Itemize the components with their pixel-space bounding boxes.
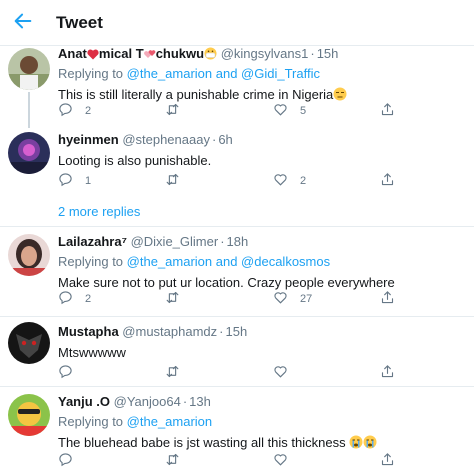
share-button[interactable]: [380, 172, 395, 190]
divider: [0, 226, 474, 227]
like-icon: [273, 172, 288, 190]
like-button[interactable]: [273, 364, 300, 382]
user-handle[interactable]: @stephenaaay: [122, 132, 210, 147]
loudly-crying-emoji-icon: [363, 435, 377, 453]
display-name[interactable]: Mustapha: [58, 324, 119, 339]
loudly-crying-emoji-icon: [349, 435, 363, 453]
tweet-text: Make sure not to put ur location. Crazy …: [58, 275, 395, 290]
retweet-icon: [165, 102, 180, 120]
page-title: Tweet: [56, 13, 103, 32]
share-icon: [380, 452, 395, 470]
share-button[interactable]: [380, 290, 395, 308]
reply-icon: [58, 364, 73, 382]
like-button[interactable]: 2: [273, 172, 306, 190]
retweet-icon: [165, 290, 180, 308]
share-button[interactable]: [380, 102, 395, 120]
share-icon: [380, 290, 395, 308]
timestamp[interactable]: 15h: [226, 324, 248, 339]
retweet-icon: [165, 172, 180, 190]
share-button[interactable]: [380, 452, 395, 470]
like-icon: [273, 290, 288, 308]
tweet-meta: Lailazahra⁷ @Dixie_Glimer · 18h: [58, 234, 249, 249]
two-hearts-emoji-icon: [143, 48, 156, 64]
replying-to: Replying to @the_amarion: [58, 414, 213, 429]
avatar[interactable]: [8, 322, 50, 364]
reply-button[interactable]: 2: [58, 290, 91, 308]
like-button[interactable]: 27: [273, 290, 312, 308]
tweet-actions: 2 27: [58, 290, 458, 308]
timestamp[interactable]: 15h: [317, 46, 339, 61]
display-name[interactable]: Anat mical Tchukwu: [58, 46, 217, 61]
display-name[interactable]: Lailazahra⁷: [58, 234, 127, 249]
tweet-meta: Anat mical Tchukwu @kingsylvans1 · 15h: [58, 46, 464, 62]
reply-tweet[interactable]: Mustapha @mustaphamdz · 15h Mtswwwww: [0, 320, 474, 386]
like-button[interactable]: [273, 452, 300, 470]
retweet-icon: [165, 364, 180, 382]
back-arrow-icon[interactable]: [12, 10, 36, 34]
tweet-actions: [58, 364, 458, 382]
reply-icon: [58, 102, 73, 120]
reply-button[interactable]: 2: [58, 102, 91, 120]
reply-icon: [58, 172, 73, 190]
avatar[interactable]: [8, 394, 50, 436]
timestamp[interactable]: 13h: [189, 394, 211, 409]
retweet-button[interactable]: [165, 102, 192, 120]
tweet-meta: Yanju .O @Yanjoo64 · 13h: [58, 394, 211, 409]
display-name[interactable]: Yanju .O: [58, 394, 110, 409]
user-handle[interactable]: @Yanjoo64: [114, 394, 181, 409]
reply-icon: [58, 290, 73, 308]
user-handle[interactable]: @mustaphamdz: [122, 324, 217, 339]
mention-link[interactable]: @the_amarion and @decalkosmos: [127, 254, 330, 269]
mention-link[interactable]: @the_amarion: [127, 414, 212, 429]
retweet-button[interactable]: [165, 364, 192, 382]
user-handle[interactable]: @Dixie_Glimer: [131, 234, 219, 249]
share-icon: [380, 172, 395, 190]
reply-button[interactable]: 1: [58, 172, 91, 190]
show-more-replies-link[interactable]: 2 more replies: [58, 204, 140, 219]
replying-to: Replying to @the_amarion and @Gidi_Traff…: [58, 66, 320, 81]
top-bar: Tweet: [0, 0, 474, 46]
user-handle[interactable]: @kingsylvans1: [221, 46, 309, 61]
tweet-meta: Mustapha @mustaphamdz · 15h: [58, 324, 248, 339]
mention-link[interactable]: @the_amarion and @Gidi_Traffic: [127, 66, 320, 81]
divider: [0, 386, 474, 387]
share-button[interactable]: [380, 364, 395, 382]
like-icon: [273, 364, 288, 382]
reply-tweet[interactable]: Lailazahra⁷ @Dixie_Glimer · 18h Replying t…: [0, 232, 474, 316]
avatar[interactable]: [8, 234, 50, 276]
avatar[interactable]: [8, 132, 50, 174]
replying-to: Replying to @the_amarion and @decalkosmo…: [58, 254, 331, 269]
display-name[interactable]: hyeinmen: [58, 132, 119, 147]
tweet-actions: [58, 452, 458, 470]
tweet-text: The bluehead babe is jst wasting all thi…: [58, 435, 464, 453]
retweet-icon: [165, 452, 180, 470]
share-icon: [380, 102, 395, 120]
avatar[interactable]: [8, 48, 50, 90]
retweet-button[interactable]: [165, 172, 192, 190]
tweet-actions: 2 5: [58, 102, 458, 120]
like-icon: [273, 102, 288, 120]
reply-tweet[interactable]: Anat mical Tchukwu @kingsylvans1 · 15h Repl…: [0, 46, 474, 130]
tweet-text: Looting is also punishable.: [58, 153, 212, 168]
mask-emoji-icon: [204, 47, 217, 64]
timestamp[interactable]: 18h: [227, 234, 249, 249]
reply-button[interactable]: [58, 452, 85, 470]
like-icon: [273, 452, 288, 470]
divider: [0, 316, 474, 317]
reply-button[interactable]: [58, 364, 85, 382]
tweet-actions: 1 2: [58, 172, 458, 190]
heart-emoji-icon: [87, 48, 99, 64]
tweet-meta: hyeinmen @stephenaaay · 6h: [58, 132, 233, 147]
like-button[interactable]: 5: [273, 102, 306, 120]
tweet-text: Mtswwwww: [58, 345, 126, 360]
retweet-button[interactable]: [165, 452, 192, 470]
retweet-button[interactable]: [165, 290, 192, 308]
reply-icon: [58, 452, 73, 470]
share-icon: [380, 364, 395, 382]
reply-tweet[interactable]: Yanju .O @Yanjoo64 · 13h Replying to @the_…: [0, 390, 474, 476]
timestamp[interactable]: 6h: [218, 132, 232, 147]
reply-tweet[interactable]: hyeinmen @stephenaaay · 6h Looting is also…: [0, 130, 474, 196]
